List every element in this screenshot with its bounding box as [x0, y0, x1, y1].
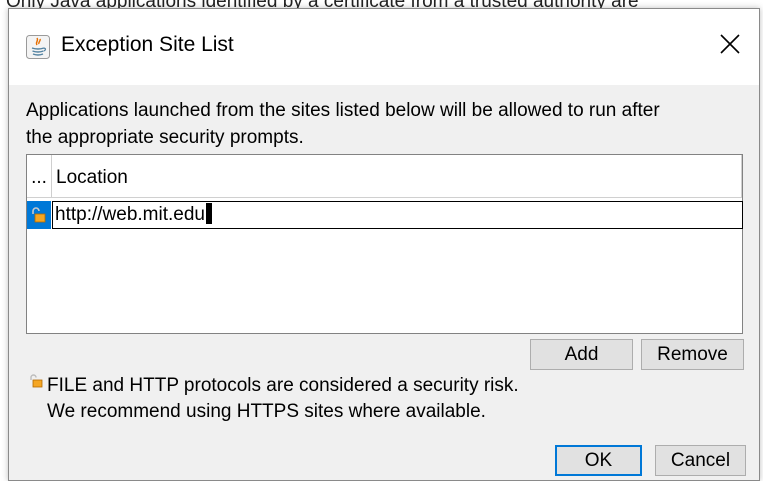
remove-button[interactable]: Remove	[641, 339, 744, 370]
warning-line-2: We recommend using HTTPS sites where ava…	[47, 401, 486, 422]
cancel-button[interactable]: Cancel	[655, 445, 746, 476]
exception-site-list-dialog: Exception Site List Applications launche…	[8, 8, 760, 481]
table-header: ... Location	[27, 155, 742, 198]
unlocked-padlock-icon	[29, 373, 44, 393]
location-input[interactable]: http://web.mit.edu	[52, 201, 743, 229]
add-button[interactable]: Add	[530, 339, 633, 370]
column-header-icon[interactable]: ...	[27, 155, 52, 197]
site-list-table[interactable]: ... Location http://web.mit.edu	[26, 154, 743, 334]
java-icon	[26, 35, 50, 59]
close-icon	[720, 34, 740, 54]
text-caret	[205, 203, 212, 224]
window-title: Exception Site List	[61, 33, 234, 56]
warning-line-1: FILE and HTTP protocols are considered a…	[47, 375, 519, 396]
ok-button[interactable]: OK	[555, 445, 642, 476]
column-header-location[interactable]: Location	[56, 155, 128, 197]
row-icon-cell	[27, 201, 51, 229]
title-bar[interactable]: Exception Site List	[9, 9, 759, 85]
location-value: http://web.mit.edu	[55, 204, 205, 225]
column-divider	[741, 155, 742, 197]
description-text: Applications launched from the sites lis…	[26, 97, 751, 151]
description-line-1: Applications launched from the sites lis…	[26, 100, 660, 121]
table-row[interactable]: http://web.mit.edu	[27, 201, 743, 229]
security-warning: FILE and HTTP protocols are considered a…	[47, 373, 519, 425]
close-button[interactable]	[711, 27, 749, 63]
description-line-2: the appropriate security prompts.	[26, 127, 304, 148]
unlocked-padlock-icon	[32, 207, 46, 223]
